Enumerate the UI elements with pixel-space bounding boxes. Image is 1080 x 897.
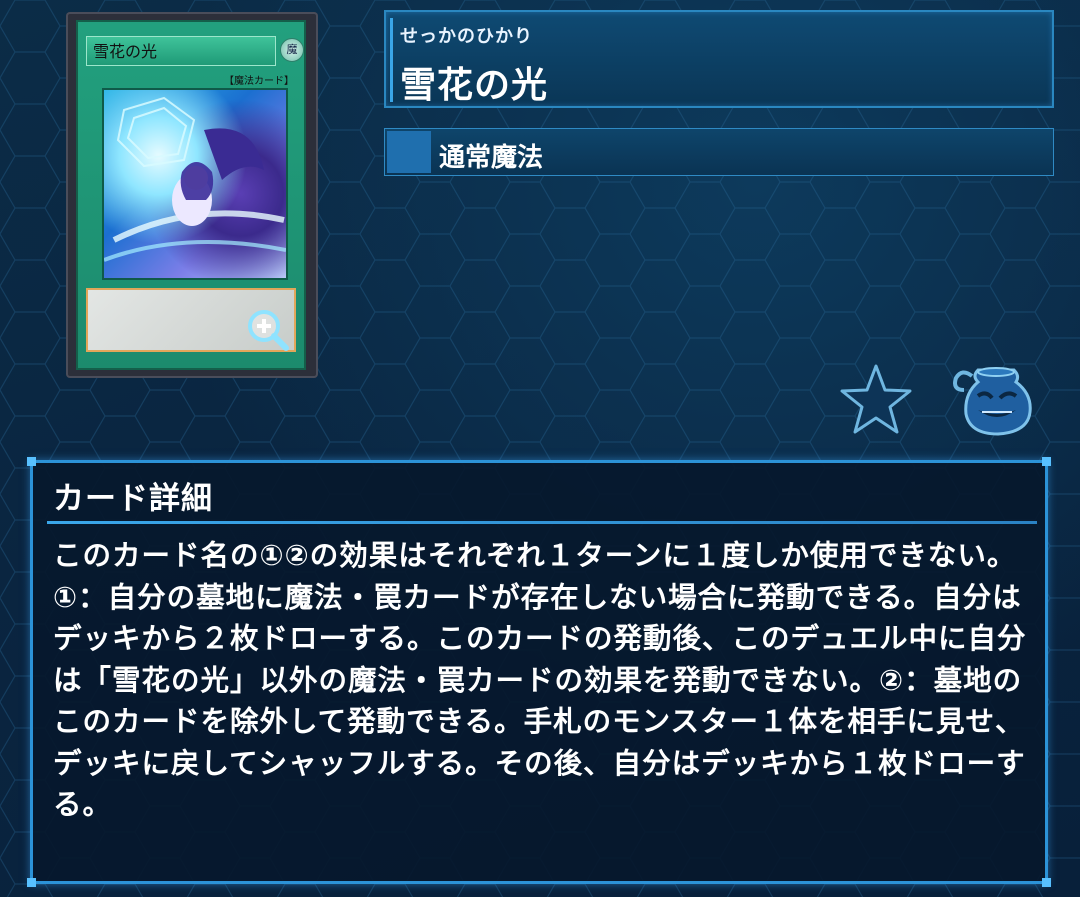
panel-corner [27,878,36,887]
card-effect-text: このカード名の①②の効果はそれぞれ１ターンに１度しか使用できない。①：自分の墓地… [53,539,1027,821]
card-name: 雪花の光 [400,65,549,106]
panel-accent [390,18,393,102]
card-type-panel: 通常魔法 [384,128,1054,176]
card-type-line: 【魔法カード】 [224,76,294,87]
spell-type-icon [387,131,431,173]
card-name-panel: せっかのひかり 雪花の光 [384,10,1054,108]
card-art-name: 雪花の光 [86,36,276,66]
details-heading: カード詳細 [53,481,213,517]
attribute-icon: 魔 [280,38,304,62]
spell-type-label: 通常魔法 [439,143,544,173]
panel-corner [1042,457,1051,466]
panel-corner [27,457,36,466]
card-image-frame: 雪花の光 魔 【魔法カード】 [66,12,318,378]
heading-divider [47,521,1037,524]
panel-corner [1042,878,1051,887]
star-icon [840,364,912,434]
card-details-panel: カード詳細 このカード名の①②の効果はそれぞれ１ターンに１度しか使用できない。①… [27,457,1051,887]
card-artwork [102,88,288,280]
card-image: 雪花の光 魔 【魔法カード】 [76,20,306,370]
card-name-reading: せっかのひかり [400,26,533,47]
zoom-in-icon [248,310,289,351]
pot-button[interactable] [950,360,1038,438]
favorite-button[interactable] [838,362,914,436]
pot-of-greed-icon [953,367,1032,436]
zoom-button[interactable] [246,308,290,352]
